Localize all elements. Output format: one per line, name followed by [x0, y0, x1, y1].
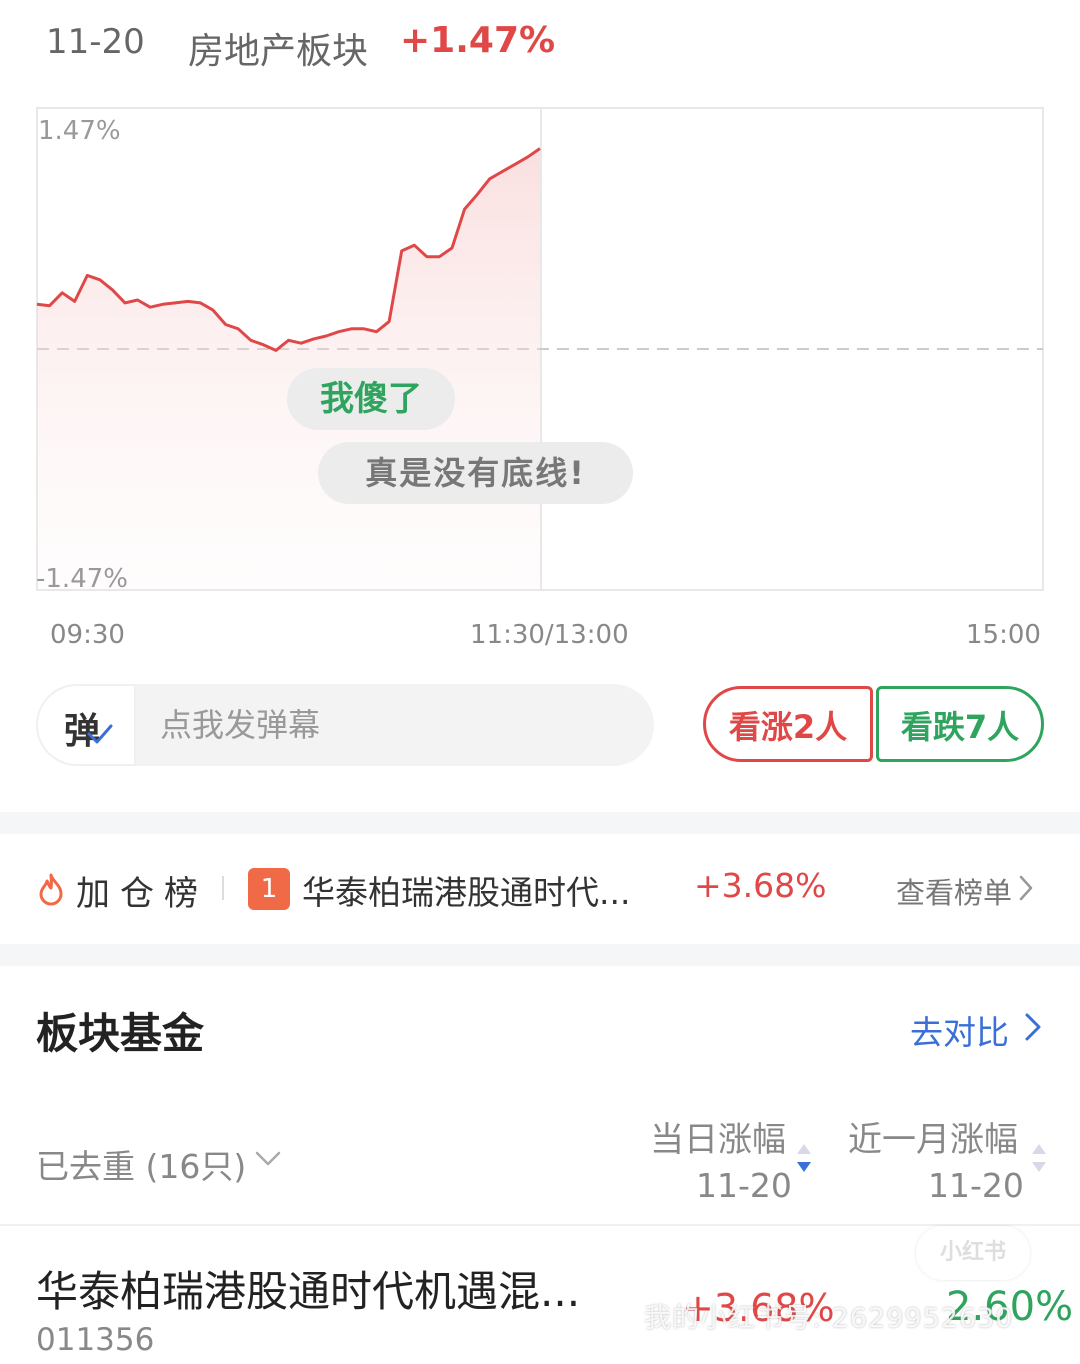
section-divider: [0, 812, 1080, 834]
bullish-vote-button[interactable]: 看涨2人: [703, 686, 873, 762]
divider: [0, 1224, 1080, 1226]
x-tick-open: 09:30: [50, 620, 125, 650]
x-tick-midday: 11:30/13:00: [470, 620, 629, 650]
flame-icon: [39, 873, 63, 906]
sort-icon[interactable]: [1030, 1142, 1048, 1176]
fund-name[interactable]: 华泰柏瑞港股通时代机遇混...: [36, 1258, 580, 1319]
section-divider: [0, 944, 1080, 966]
col-header-day-date: 11-20: [696, 1166, 792, 1205]
watermark-logo: 小红书: [916, 1226, 1030, 1280]
x-tick-close: 15:00: [966, 620, 1041, 650]
sort-icon[interactable]: [795, 1142, 813, 1176]
divider: [222, 876, 224, 900]
check-icon: [87, 724, 113, 744]
rank-badge: 1: [248, 868, 290, 910]
leaderboard-title: 加仓榜: [76, 874, 208, 914]
sector-name: 房地产板块: [188, 31, 369, 72]
sector-change: +1.47%: [400, 20, 556, 61]
compare-link[interactable]: 去对比: [910, 1006, 1009, 1054]
dedup-filter[interactable]: 已去重 (16只): [36, 1140, 246, 1188]
chevron-right-icon[interactable]: [1018, 874, 1034, 902]
fund-code: 011356: [36, 1322, 155, 1358]
section-title: 板块基金: [36, 1009, 205, 1058]
col-header-month-date: 11-20: [928, 1166, 1024, 1205]
col-header-month-change[interactable]: 近一月涨幅: [848, 1112, 1018, 1161]
price-area: [37, 148, 540, 590]
chevron-down-icon[interactable]: [254, 1150, 282, 1168]
y-max-label: 1.47%: [38, 116, 121, 146]
view-leaderboard-link[interactable]: 查看榜单: [896, 870, 1012, 912]
chevron-right-icon[interactable]: [1024, 1012, 1042, 1042]
leaderboard-fund-change: +3.68%: [694, 866, 827, 905]
bearish-vote-button[interactable]: 看跌7人: [876, 686, 1044, 762]
danmaku-bubble: 真是没有底线!: [318, 442, 633, 504]
trade-date: 11-20: [46, 22, 145, 62]
watermark-text: 我的小红书号: 2629952630: [644, 1303, 1014, 1334]
danmaku-input[interactable]: [160, 704, 620, 746]
leaderboard-fund-name[interactable]: 华泰柏瑞港股通时代...: [302, 866, 630, 914]
danmaku-bubble: 我傻了: [287, 368, 455, 430]
y-min-label: -1.47%: [36, 564, 128, 591]
intraday-chart[interactable]: 1.47% -1.47%: [36, 107, 1044, 591]
col-header-day-change[interactable]: 当日涨幅: [650, 1112, 786, 1161]
